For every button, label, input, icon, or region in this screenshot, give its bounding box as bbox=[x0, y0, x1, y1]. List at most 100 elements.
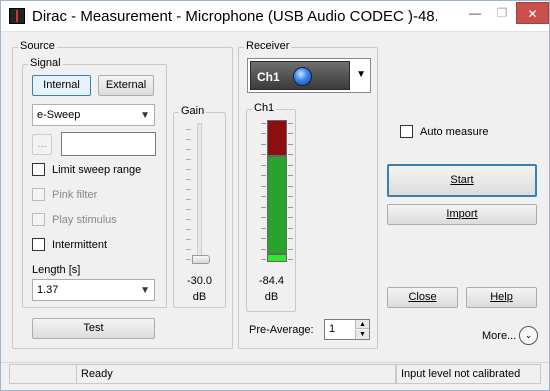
gain-label: Gain bbox=[179, 105, 207, 118]
close-window-button[interactable]: ✕ bbox=[516, 2, 549, 24]
meter-tick bbox=[261, 196, 266, 198]
signal-type-select[interactable]: e-Sweep ▼ bbox=[32, 104, 155, 126]
source-group-label: Source bbox=[18, 40, 57, 53]
play-stimulus-label: Play stimulus bbox=[52, 214, 117, 226]
gain-tick bbox=[186, 229, 191, 230]
channel-display: Ch1 bbox=[250, 61, 350, 90]
gain-tick bbox=[186, 159, 191, 160]
meter-tick bbox=[261, 185, 266, 187]
meter-tick bbox=[261, 175, 266, 177]
meter-tick bbox=[288, 196, 293, 198]
length-select[interactable]: 1.37 ▼ bbox=[32, 279, 155, 301]
meter-level-indicator bbox=[267, 254, 287, 262]
more-label[interactable]: More... bbox=[482, 330, 516, 342]
meter-tick bbox=[288, 206, 293, 208]
length-value: 1.37 bbox=[37, 284, 59, 296]
status-state: Ready bbox=[76, 364, 396, 384]
meter-tick bbox=[261, 238, 266, 240]
signal-group-label: Signal bbox=[28, 57, 63, 70]
play-stimulus-box[interactable] bbox=[32, 213, 45, 226]
intermittent-label: Intermittent bbox=[52, 239, 108, 251]
meter-tick bbox=[261, 164, 266, 166]
meter-tick bbox=[288, 133, 293, 135]
meter-tick bbox=[261, 206, 266, 208]
pink-filter-label: Pink filter bbox=[52, 189, 98, 201]
expand-more-icon[interactable]: ⌄ bbox=[519, 326, 538, 345]
meter-tick bbox=[261, 143, 266, 145]
meter-bar-green bbox=[267, 156, 287, 254]
minimize-button[interactable]: — bbox=[462, 2, 488, 24]
gain-tick bbox=[186, 129, 191, 130]
meter-tick bbox=[288, 143, 293, 145]
chevron-down-icon: ▼ bbox=[140, 285, 150, 296]
limit-sweep-label: Limit sweep range bbox=[52, 164, 142, 176]
gain-tick bbox=[186, 149, 191, 150]
gain-tick bbox=[186, 209, 191, 210]
title-bar[interactable]: Dirac - Measurement - Microphone (USB Au… bbox=[1, 1, 549, 32]
import-button[interactable]: Import bbox=[387, 204, 537, 225]
channel-indicator-icon bbox=[293, 67, 312, 86]
gain-slider-thumb[interactable] bbox=[192, 255, 210, 264]
window-title: Dirac - Measurement - Microphone (USB Au… bbox=[32, 8, 437, 25]
gain-value: -30.0 bbox=[186, 275, 213, 287]
meter-tick bbox=[288, 217, 293, 219]
help-button[interactable]: Help bbox=[466, 287, 537, 308]
level-unit: dB bbox=[264, 291, 279, 303]
meter-tick bbox=[261, 154, 266, 156]
meter-tick bbox=[288, 227, 293, 229]
test-button[interactable]: Test bbox=[32, 318, 155, 339]
chevron-down-icon: ▼ bbox=[356, 69, 366, 80]
channel-selected-label: Ch1 bbox=[257, 70, 280, 84]
close-button[interactable]: Close bbox=[387, 287, 458, 308]
dirac-app-icon bbox=[9, 8, 25, 24]
status-bar: Ready Input level not calibrated bbox=[1, 362, 549, 390]
gain-tick bbox=[186, 189, 191, 190]
meter-tick bbox=[288, 238, 293, 240]
receiver-group-label: Receiver bbox=[244, 40, 292, 53]
pink-filter-box[interactable] bbox=[32, 188, 45, 201]
meter-tick bbox=[288, 164, 293, 166]
internal-button[interactable]: Internal bbox=[32, 75, 91, 96]
pre-average-value: 1 bbox=[329, 323, 336, 335]
meter-tick bbox=[261, 259, 266, 260]
pre-average-label: Pre-Average: bbox=[249, 324, 314, 336]
external-button[interactable]: External bbox=[98, 75, 154, 96]
meter-bar-red bbox=[267, 120, 287, 156]
chevron-down-icon: ▼ bbox=[140, 110, 150, 121]
file-field[interactable] bbox=[61, 132, 156, 156]
meter-tick bbox=[288, 248, 293, 250]
limit-sweep-box[interactable] bbox=[32, 163, 45, 176]
level-value: -84.4 bbox=[258, 275, 285, 287]
meter-tick bbox=[261, 133, 266, 135]
gain-tick bbox=[186, 169, 191, 170]
spin-down-icon[interactable]: ▼ bbox=[355, 330, 369, 339]
status-pane-empty bbox=[9, 364, 77, 384]
meter-tick bbox=[261, 217, 266, 219]
start-button[interactable]: Start bbox=[387, 164, 537, 197]
meter-tick bbox=[261, 248, 266, 250]
browse-button[interactable]: ... bbox=[32, 134, 52, 155]
intermittent-box[interactable] bbox=[32, 238, 45, 251]
length-label: Length [s] bbox=[32, 264, 81, 276]
maximize-button[interactable]: ❐ bbox=[489, 2, 515, 24]
gain-unit: dB bbox=[192, 291, 207, 303]
gain-tick bbox=[186, 249, 191, 250]
auto-measure-label: Auto measure bbox=[420, 126, 489, 138]
auto-measure-box[interactable] bbox=[400, 125, 413, 138]
meter-tick bbox=[288, 185, 293, 187]
gain-tick bbox=[186, 239, 191, 240]
gain-tick bbox=[186, 219, 191, 220]
meter-channel-label: Ch1 bbox=[252, 102, 277, 115]
measurement-window: Dirac - Measurement - Microphone (USB Au… bbox=[0, 0, 550, 391]
meter-tick bbox=[288, 154, 293, 156]
gain-tick bbox=[186, 199, 191, 200]
signal-type-value: e-Sweep bbox=[37, 109, 81, 121]
meter-tick bbox=[288, 175, 293, 177]
pre-average-spinner[interactable]: 1 ▲ ▼ bbox=[324, 319, 370, 340]
gain-slider-track[interactable] bbox=[197, 123, 202, 263]
gain-tick bbox=[186, 139, 191, 140]
gain-tick bbox=[186, 179, 191, 180]
status-calibration: Input level not calibrated bbox=[396, 364, 541, 384]
channel-select[interactable]: Ch1 ▼ bbox=[247, 58, 371, 93]
spin-up-icon[interactable]: ▲ bbox=[355, 320, 369, 329]
